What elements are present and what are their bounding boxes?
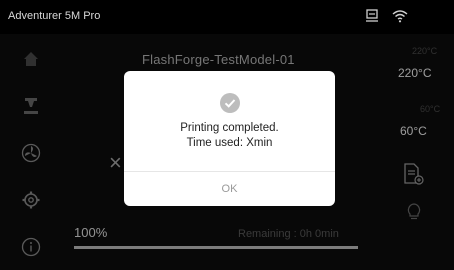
dialog-time-used: Time used: Xmin xyxy=(186,137,273,149)
app-title: Adventurer 5M Pro xyxy=(8,10,101,22)
check-circle-icon xyxy=(220,93,240,113)
usb-icon xyxy=(366,9,378,22)
print-complete-dialog: Printing completed. Time used: Xmin OK xyxy=(124,71,335,206)
printer-screen: Adventurer 5M Pro FlashForge-TestModel-0… xyxy=(0,0,454,270)
ok-button[interactable]: OK xyxy=(124,172,335,206)
wifi-icon xyxy=(392,10,408,23)
dialog-message: Printing completed. xyxy=(180,122,279,134)
top-bar: Adventurer 5M Pro xyxy=(0,0,454,34)
